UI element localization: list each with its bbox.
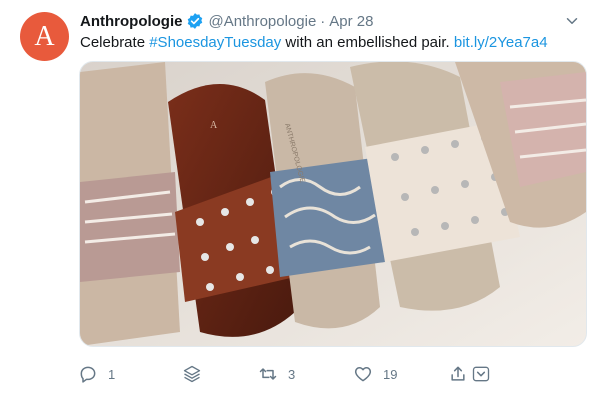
layers-icon: [183, 365, 201, 383]
user-handle[interactable]: @Anthropologie: [208, 13, 316, 30]
tweet-card[interactable]: A Anthropologie @Anthropologie · Apr 28 …: [0, 0, 601, 402]
chevron-down-circle-icon: [472, 366, 490, 382]
tweet-actions: 1 3 19: [78, 362, 498, 386]
avatar[interactable]: A: [20, 12, 69, 61]
tweet-date[interactable]: Apr 28: [329, 13, 373, 30]
heart-icon: [354, 367, 372, 382]
retweet-icon: [259, 368, 277, 380]
more-options-button[interactable]: [471, 362, 491, 386]
retweet-button[interactable]: 3: [258, 362, 295, 386]
verified-badge-icon: [186, 12, 204, 30]
share-button[interactable]: [448, 362, 468, 386]
url-link[interactable]: bit.ly/2Yea7a4: [454, 34, 548, 51]
tweet-text: Celebrate #ShoesdayTuesday with an embel…: [80, 33, 581, 53]
sandal-left: [80, 62, 180, 346]
share-icon: [451, 366, 465, 381]
retweet-count: 3: [288, 366, 296, 382]
tweet-text-start: Celebrate: [80, 34, 150, 51]
separator-dot: ·: [320, 12, 326, 30]
tweet-header: Anthropologie @Anthropologie · Apr 28: [80, 11, 581, 31]
hashtag-link[interactable]: #ShoesdayTuesday: [149, 34, 281, 51]
reply-count: 1: [108, 366, 116, 382]
reply-icon: [80, 366, 96, 383]
avatar-letter: A: [34, 20, 55, 52]
layers-button[interactable]: [182, 362, 202, 386]
tweet-media-image[interactable]: A ANTHROPOLOGIE: [79, 61, 587, 347]
like-button[interactable]: 19: [353, 362, 397, 386]
tweet-text-middle: with an embellished pair.: [281, 34, 454, 51]
chevron-down-icon[interactable]: [563, 12, 581, 30]
media-logo-letter: A: [210, 120, 218, 131]
like-count: 19: [383, 366, 398, 382]
display-name[interactable]: Anthropologie: [80, 13, 182, 30]
reply-button[interactable]: 1: [78, 362, 115, 386]
